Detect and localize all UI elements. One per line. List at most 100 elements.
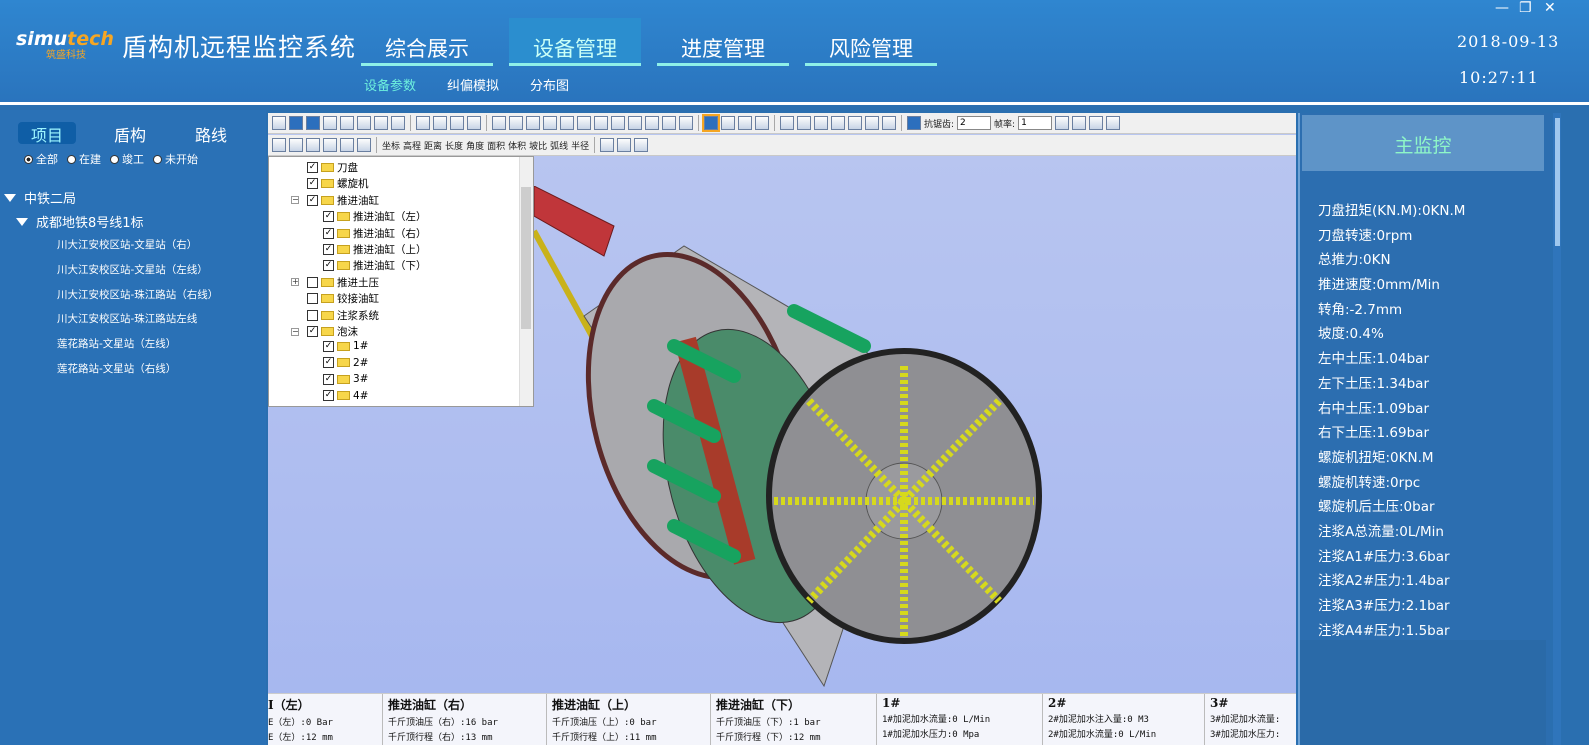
subnav-correction-sim[interactable]: 纠偏模拟 bbox=[447, 75, 499, 94]
filter-building[interactable]: 在建 bbox=[67, 151, 101, 167]
view-right-icon[interactable] bbox=[357, 116, 371, 130]
tab-route[interactable]: 路线 bbox=[193, 122, 229, 145]
shade-mode-icon[interactable] bbox=[702, 114, 720, 132]
tool-length[interactable]: 长度 bbox=[445, 139, 463, 152]
window-icon[interactable] bbox=[1106, 116, 1121, 130]
refresh-icon[interactable] bbox=[600, 138, 615, 152]
view-top-icon[interactable] bbox=[306, 116, 320, 130]
move-icon[interactable] bbox=[617, 138, 632, 152]
layer-item[interactable]: ✓ 推进油缸（右） bbox=[323, 226, 427, 241]
view-left-icon[interactable] bbox=[340, 116, 354, 130]
route-item[interactable]: 川大江安校区站-文星站（左线） bbox=[57, 262, 208, 277]
layer-item[interactable]: 注浆系统 bbox=[307, 308, 379, 323]
split-icon[interactable] bbox=[645, 116, 659, 130]
viewport-3d[interactable]: 抗锯齿: 2 帧率: 1 坐标 高程 距离 长度 角度 面积 体积 坡比 弧线 … bbox=[268, 113, 1296, 745]
layer-scrollbar-thumb[interactable] bbox=[521, 187, 531, 329]
xy-plane-icon[interactable] bbox=[492, 116, 506, 130]
framerate-select[interactable]: 1 bbox=[1018, 116, 1053, 130]
stack-icon[interactable] bbox=[323, 138, 337, 152]
layer-item[interactable]: ✓ 4# bbox=[323, 390, 368, 402]
layer-item[interactable]: − ✓ 泡沫 bbox=[291, 324, 358, 339]
route-item[interactable]: 川大江安校区站-文星站（右） bbox=[57, 237, 197, 252]
right-scrollbar-thumb[interactable] bbox=[1555, 118, 1560, 246]
cross-icon[interactable] bbox=[450, 116, 464, 130]
view-bottom-icon[interactable] bbox=[323, 116, 337, 130]
tool-slope[interactable]: 坡比 bbox=[529, 139, 547, 152]
collapse-icon[interactable]: − bbox=[291, 196, 299, 205]
axis-icon[interactable] bbox=[543, 116, 557, 130]
layer-checkbox[interactable]: ✓ bbox=[323, 373, 334, 385]
expand-icon[interactable]: + bbox=[291, 278, 299, 287]
diamond-icon[interactable] bbox=[611, 116, 625, 130]
fullscreen-icon[interactable] bbox=[1055, 116, 1070, 130]
tool-coordinate[interactable]: 坐标 bbox=[382, 139, 400, 152]
layer-item[interactable]: ✓ 1# bbox=[323, 340, 368, 352]
subnav-distribution[interactable]: 分布图 bbox=[530, 75, 569, 94]
gear-icon[interactable] bbox=[628, 116, 642, 130]
layer-item[interactable]: ✓ 2# bbox=[323, 357, 368, 369]
zoom-fit-icon[interactable] bbox=[416, 116, 430, 130]
view-iso-icon[interactable] bbox=[374, 116, 388, 130]
tree-node-company[interactable]: 中铁二局 bbox=[4, 188, 76, 207]
view-iso2-icon[interactable] bbox=[391, 116, 405, 130]
export-icon[interactable] bbox=[848, 116, 862, 130]
route-item[interactable]: 莲花路站-文星站（左线） bbox=[57, 336, 176, 351]
tool-icon[interactable] bbox=[865, 116, 879, 130]
tool-volume[interactable]: 体积 bbox=[508, 139, 526, 152]
collapse-icon[interactable]: − bbox=[291, 327, 299, 336]
layer-item[interactable]: ✓ 刀盘 bbox=[307, 160, 358, 175]
tbm-3d-model[interactable] bbox=[534, 186, 1054, 706]
route-item[interactable]: 川大江安校区站-珠江路站左线 bbox=[57, 311, 197, 326]
layer-checkbox[interactable]: ✓ bbox=[323, 211, 334, 223]
filter-all[interactable]: 全部 bbox=[24, 151, 58, 167]
panel-icon[interactable] bbox=[1072, 116, 1087, 130]
monitor-icon[interactable] bbox=[907, 116, 921, 130]
layer-item[interactable]: + 推进土压 bbox=[291, 275, 379, 290]
nav-tab-equipment[interactable]: 设备管理 bbox=[509, 18, 641, 66]
layer-checkbox[interactable]: ✓ bbox=[323, 357, 334, 369]
rotate-icon[interactable] bbox=[467, 116, 481, 130]
brush-icon[interactable] bbox=[340, 138, 354, 152]
layer-checkbox[interactable]: ✓ bbox=[323, 390, 334, 402]
route-item[interactable]: 川大江安校区站-珠江路站（右线） bbox=[57, 287, 218, 302]
pen-icon[interactable] bbox=[357, 138, 371, 152]
layer-item[interactable]: ✓ 推进油缸（左） bbox=[323, 209, 427, 224]
image-icon[interactable] bbox=[882, 116, 896, 130]
nav-tab-progress[interactable]: 进度管理 bbox=[657, 18, 789, 66]
layer-item[interactable]: ✓ 螺旋机 bbox=[307, 176, 369, 191]
view-back-icon[interactable] bbox=[289, 116, 303, 130]
tool-distance[interactable]: 距离 bbox=[424, 139, 442, 152]
folder-icon[interactable] bbox=[814, 116, 828, 130]
layer-checkbox[interactable] bbox=[307, 276, 318, 288]
layer-checkbox[interactable] bbox=[307, 309, 318, 321]
layer-item[interactable]: ✓ 推进油缸（下） bbox=[323, 258, 427, 273]
layer-checkbox[interactable]: ✓ bbox=[307, 178, 318, 190]
list-icon[interactable] bbox=[272, 138, 286, 152]
table-icon[interactable] bbox=[289, 138, 303, 152]
capture-icon[interactable] bbox=[780, 116, 794, 130]
zoom-icon[interactable] bbox=[634, 138, 649, 152]
nav-tab-overview[interactable]: 综合展示 bbox=[361, 18, 493, 66]
tool-angle[interactable]: 角度 bbox=[466, 139, 484, 152]
layer-checkbox[interactable] bbox=[307, 293, 318, 305]
maximize-icon[interactable]: ❐ bbox=[1519, 0, 1532, 16]
view-front-icon[interactable] bbox=[272, 116, 286, 130]
tree-node-project[interactable]: 成都地铁8号线1标 bbox=[16, 212, 144, 231]
layer-checkbox[interactable]: ✓ bbox=[323, 340, 334, 352]
layer-checkbox[interactable]: ✓ bbox=[307, 162, 318, 173]
arrow-right-icon[interactable] bbox=[662, 116, 676, 130]
hidden-line-icon[interactable] bbox=[738, 116, 752, 130]
print-icon[interactable] bbox=[831, 116, 845, 130]
tab-project[interactable]: 项目 bbox=[18, 122, 76, 145]
layer-checkbox[interactable]: ✓ bbox=[323, 260, 334, 272]
wireframe-icon[interactable] bbox=[721, 116, 735, 130]
arrow-left-icon[interactable] bbox=[594, 116, 608, 130]
tab-shield[interactable]: 盾构 bbox=[112, 122, 148, 145]
close-icon[interactable]: ✕ bbox=[1544, 0, 1556, 16]
subnav-equipment-params[interactable]: 设备参数 bbox=[364, 75, 416, 94]
yz-plane-icon[interactable] bbox=[526, 116, 540, 130]
xz-plane-icon[interactable] bbox=[509, 116, 523, 130]
layer-checkbox[interactable]: ✓ bbox=[307, 194, 318, 206]
nav-tab-risk[interactable]: 风险管理 bbox=[805, 18, 937, 66]
layer-item[interactable]: 铰接油缸 bbox=[307, 291, 379, 306]
